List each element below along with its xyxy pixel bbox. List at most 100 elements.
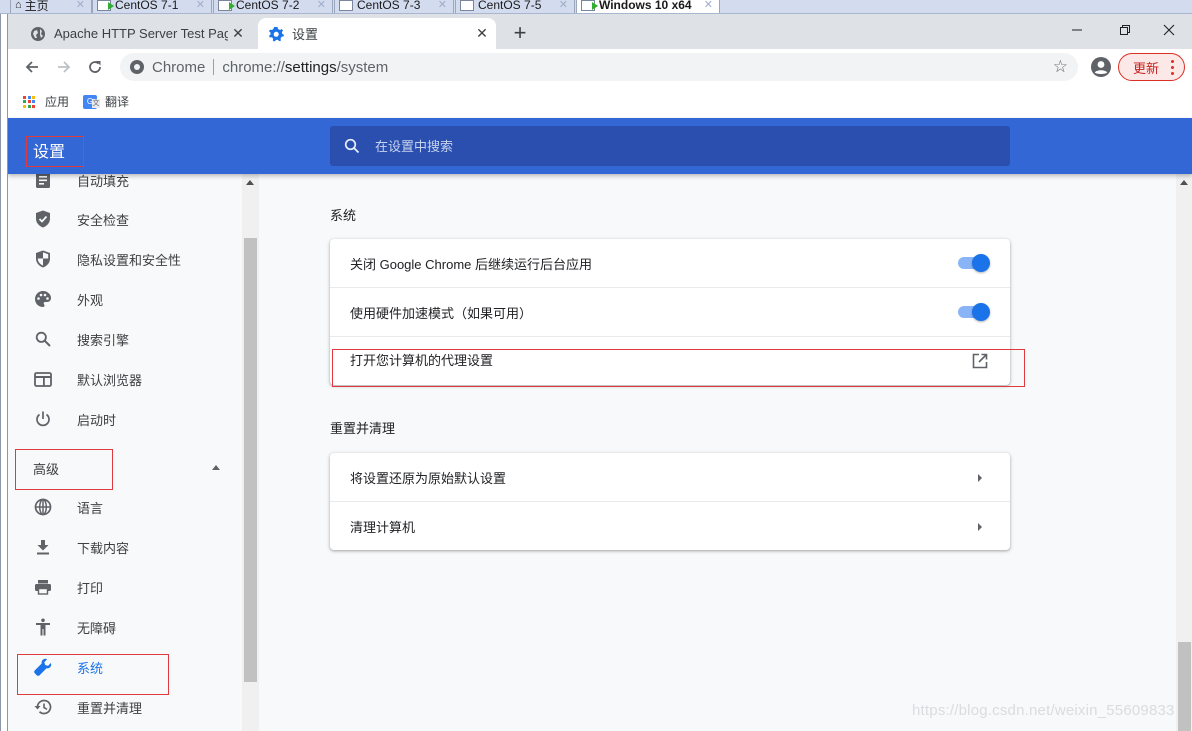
scroll-up-arrow-icon[interactable] (1180, 180, 1188, 185)
url-scheme: chrome:// (222, 58, 285, 76)
close-icon[interactable]: ✕ (317, 0, 326, 11)
address-bar[interactable]: Chrome chrome://settings/system ☆ (120, 53, 1078, 81)
vm-tab-label: Windows 10 x64 (599, 0, 692, 12)
search-icon (33, 329, 53, 349)
sidebar-item-autofill[interactable]: 自动填充 (8, 174, 242, 200)
bookmark-star-icon[interactable]: ☆ (1053, 57, 1068, 77)
vm-running-icon (97, 0, 114, 11)
search-icon (344, 138, 360, 154)
vm-tab-strip: ⌂ 主页 ✕ CentOS 7-1 ✕ CentOS 7-2 ✕ CentOS … (0, 0, 1192, 14)
url-path: /system (336, 58, 389, 76)
caret-up-icon (212, 465, 220, 470)
row-label: 使用硬件加速模式（如果可用） (350, 305, 533, 321)
sidebar-item-search-engine[interactable]: 搜索引擎 (8, 319, 242, 359)
settings-header: 设置 (8, 118, 1192, 174)
tab-settings[interactable]: 设置 ✕ (258, 18, 496, 49)
privacy-shield-icon (33, 249, 53, 269)
omnibox-separator (213, 59, 215, 75)
sidebar-item-languages[interactable]: 语言 (8, 487, 242, 527)
sidebar-item-privacy[interactable]: 隐私设置和安全性 (8, 239, 242, 279)
vm-icon (460, 0, 474, 11)
screen: ⌂ 主页 ✕ CentOS 7-1 ✕ CentOS 7-2 ✕ CentOS … (0, 0, 1192, 731)
back-button[interactable] (20, 55, 44, 79)
row-hardware-acceleration[interactable]: 使用硬件加速模式（如果可用） (330, 287, 1010, 336)
row-cleanup-computer[interactable]: 清理计算机 (330, 501, 1010, 550)
row-restore-defaults[interactable]: 将设置还原为原始默认设置 (330, 453, 1010, 501)
main-scrollbar-thumb[interactable] (1178, 642, 1191, 731)
settings-search-input[interactable] (375, 138, 975, 154)
settings-search[interactable] (330, 126, 1010, 166)
vm-tab-centos-7-2[interactable]: CentOS 7-2 ✕ (213, 0, 333, 13)
tab-apache-test-page[interactable]: Apache HTTP Server Test Page ✕ (20, 18, 252, 49)
sidebar-item-on-startup[interactable]: 启动时 (8, 399, 242, 439)
home-icon: ⌂ (15, 0, 22, 11)
annotation-box-settings-title (26, 136, 84, 167)
sidebar-scrollbar-thumb[interactable] (244, 238, 257, 682)
reload-button[interactable] (83, 55, 107, 79)
close-icon[interactable]: ✕ (438, 0, 447, 11)
sidebar-item-accessibility[interactable]: 无障碍 (8, 607, 242, 647)
profile-avatar[interactable] (1090, 56, 1112, 78)
sidebar-label: 启动时 (77, 412, 117, 428)
close-window-button[interactable] (1146, 18, 1192, 42)
gear-icon (268, 26, 284, 42)
site-name: Chrome (152, 58, 206, 76)
close-tab-icon[interactable]: ✕ (228, 25, 248, 42)
sidebar-label: 外观 (77, 292, 104, 308)
shield-check-icon (33, 209, 53, 229)
printer-icon (33, 577, 53, 597)
settings-main: 系统 关闭 Google Chrome 后继续运行后台应用 使用硬件加速模式（如… (259, 174, 1176, 731)
vm-running-icon (218, 0, 235, 11)
vm-tab-windows-10[interactable]: Windows 10 x64 ✕ (576, 0, 720, 13)
google-translate-icon: G (83, 94, 101, 109)
background-apps-toggle[interactable] (956, 254, 990, 272)
sidebar-item-appearance[interactable]: 外观 (8, 279, 242, 319)
browser-tab-strip: Apache HTTP Server Test Page ✕ 设置 ✕ + (8, 14, 1192, 49)
chevron-right-icon (978, 474, 982, 482)
section-title-system: 系统 (330, 208, 357, 223)
main-scrollbar[interactable] (1176, 174, 1192, 731)
vm-tab-centos-7-1[interactable]: CentOS 7-1 ✕ (92, 0, 212, 13)
scroll-up-arrow-icon[interactable] (246, 180, 254, 185)
new-tab-button[interactable]: + (508, 22, 532, 44)
autofill-icon (33, 174, 53, 190)
sidebar-label: 隐私设置和安全性 (77, 252, 182, 268)
restore-button[interactable] (1102, 18, 1148, 42)
vm-running-icon (581, 0, 598, 11)
tab-label: 设置 (292, 27, 319, 42)
url-text: chrome://settings/system (222, 59, 388, 76)
palette-icon (33, 289, 53, 309)
row-background-apps[interactable]: 关闭 Google Chrome 后继续运行后台应用 (330, 239, 1010, 287)
hardware-acceleration-toggle[interactable] (956, 303, 990, 321)
sidebar-label: 自动填充 (77, 174, 130, 189)
vm-tab-centos-7-3[interactable]: CentOS 7-3 ✕ (334, 0, 454, 13)
globe-icon (33, 497, 53, 517)
browser-window-icon (33, 369, 53, 389)
close-icon[interactable]: ✕ (559, 0, 568, 11)
bookmark-translate[interactable]: G 翻译 (83, 93, 129, 110)
download-icon (33, 537, 53, 557)
sidebar-item-safety-check[interactable]: 安全检查 (8, 199, 242, 239)
row-label: 清理计算机 (350, 519, 416, 535)
sidebar-item-downloads[interactable]: 下载内容 (8, 527, 242, 567)
close-icon[interactable]: ✕ (76, 0, 85, 11)
close-icon[interactable]: ✕ (704, 0, 713, 11)
update-chrome-button[interactable]: 更新 (1118, 53, 1185, 81)
vm-tab-home[interactable]: ⌂ 主页 ✕ (10, 0, 92, 13)
minimize-button[interactable] (1054, 18, 1100, 42)
reload-icon (89, 61, 101, 73)
sidebar-label: 打印 (77, 580, 104, 596)
vm-tab-centos-7-5[interactable]: CentOS 7-5 ✕ (455, 0, 575, 13)
sidebar-item-default-browser[interactable]: 默认浏览器 (8, 359, 242, 399)
reset-card: 将设置还原为原始默认设置 清理计算机 (330, 453, 1010, 550)
forward-button[interactable] (52, 55, 76, 79)
bookmark-apps[interactable]: 应用 (23, 93, 69, 110)
browser-toolbar: Chrome chrome://settings/system ☆ 更新 (8, 49, 1192, 85)
vm-tab-label: 主页 (24, 0, 49, 13)
window-frame-left (0, 14, 8, 731)
sidebar-item-printing[interactable]: 打印 (8, 567, 242, 607)
close-icon[interactable]: ✕ (196, 0, 205, 11)
sidebar-scrollbar[interactable] (242, 174, 259, 731)
url-host: settings (284, 58, 337, 76)
close-tab-icon[interactable]: ✕ (472, 25, 492, 42)
